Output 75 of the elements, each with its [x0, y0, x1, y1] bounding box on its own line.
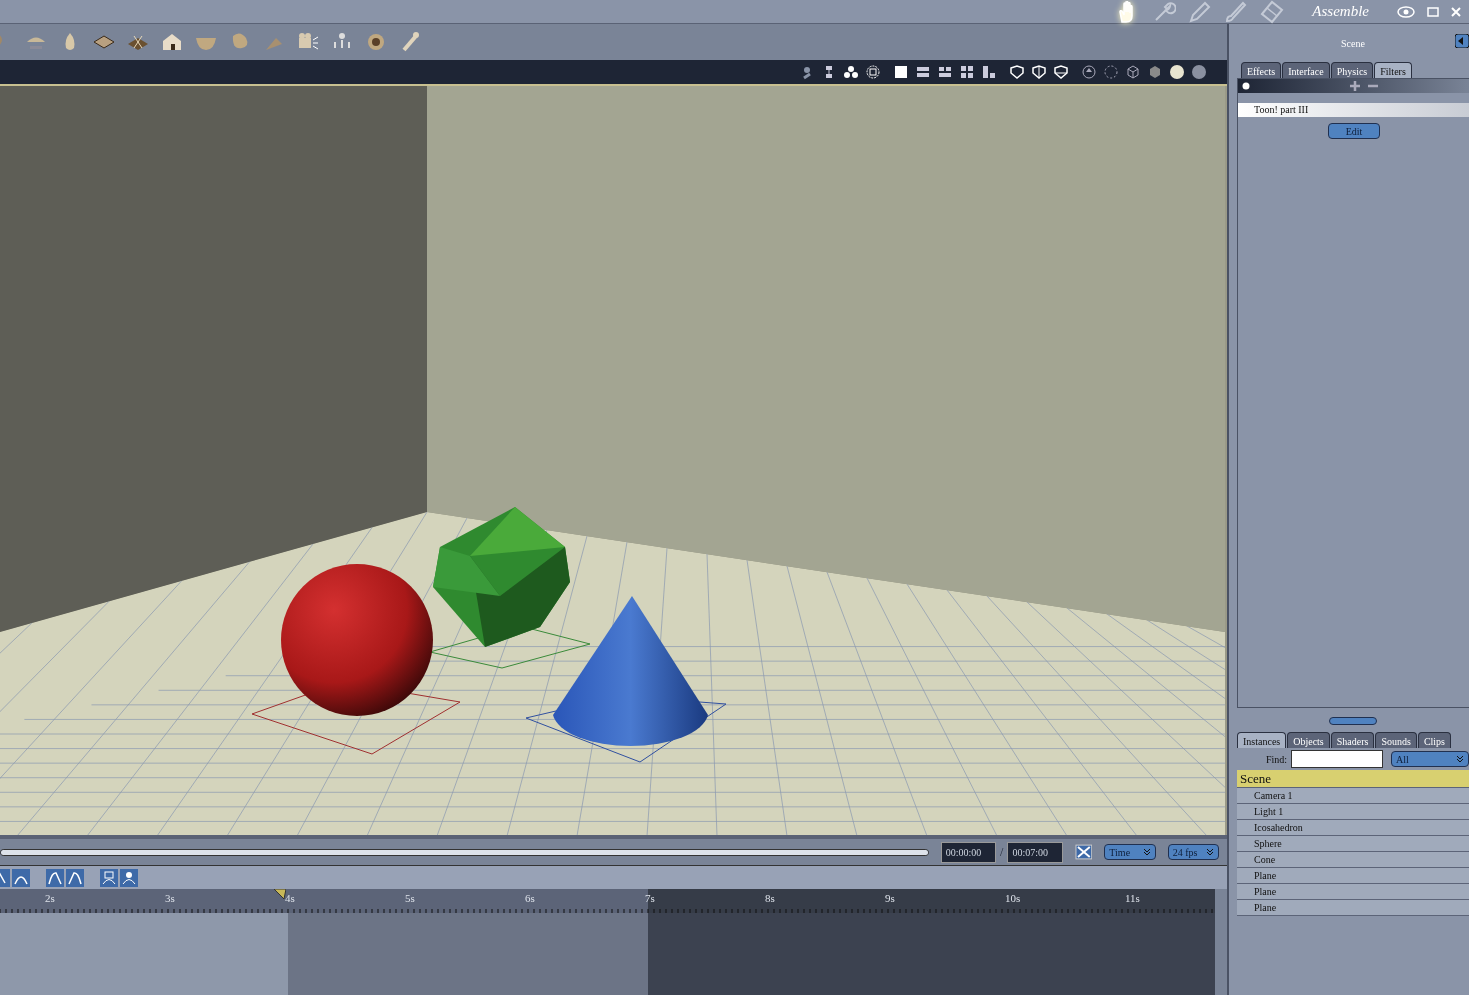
frame-rate-dropdown[interactable]: 24 fps: [1167, 844, 1219, 860]
tree-item[interactable]: Plane: [1237, 900, 1469, 916]
ruler-label: 6s: [525, 891, 535, 906]
ruler-label: 5s: [405, 891, 415, 906]
add-icon[interactable]: [1350, 81, 1360, 91]
tab[interactable]: Shaders: [1330, 732, 1375, 748]
ruler-label: 4s: [285, 891, 295, 906]
wireframe-cube-icon[interactable]: [1125, 64, 1141, 80]
tab[interactable]: Objects: [1287, 732, 1330, 748]
pencil-icon[interactable]: [1188, 0, 1213, 24]
frame-icon[interactable]: [865, 64, 881, 80]
arrow-button-icon[interactable]: [1455, 34, 1469, 48]
solid-cube-icon[interactable]: [1147, 64, 1163, 80]
shield-icon[interactable]: [1009, 64, 1025, 80]
panel-title: Scene: [1341, 36, 1365, 51]
ruler-label: 9s: [885, 891, 895, 906]
shield-icon[interactable]: [1053, 64, 1069, 80]
units-dropdown[interactable]: Time: [1104, 844, 1156, 860]
find-field[interactable]: [1291, 750, 1383, 768]
group-icon[interactable]: [843, 64, 859, 80]
three-views-icon[interactable]: [937, 64, 953, 80]
dashed-circle-icon[interactable]: [1103, 64, 1119, 80]
edit-button[interactable]: Edit: [1328, 123, 1380, 139]
tree-item[interactable]: Cone: [1237, 852, 1469, 868]
tree-item[interactable]: Sphere: [1237, 836, 1469, 852]
tab[interactable]: Clips: [1417, 732, 1451, 748]
close-icon[interactable]: [1451, 6, 1461, 17]
ruler-label: 11s: [1125, 891, 1140, 906]
filter-dropdown[interactable]: All: [1391, 751, 1469, 767]
textured-sphere-icon[interactable]: [1191, 64, 1207, 80]
tree-item[interactable]: Icosahedron: [1237, 820, 1469, 836]
filter-item[interactable]: Toon! part III: [1238, 103, 1469, 117]
tree-item[interactable]: Scene: [1237, 770, 1469, 788]
ease-in-icon[interactable]: [46, 868, 64, 887]
ruler-label: 8s: [765, 891, 775, 906]
time-slider[interactable]: [1, 849, 928, 855]
tab[interactable]: Sounds: [1375, 732, 1417, 748]
chevron-icon: [1142, 848, 1151, 856]
arc-icon[interactable]: [12, 868, 30, 887]
ease-out-icon[interactable]: [66, 868, 84, 887]
splitter-handle[interactable]: [1329, 717, 1377, 725]
maximize-icon[interactable]: [1427, 6, 1439, 17]
tab[interactable]: Filters: [1374, 62, 1412, 78]
ruler-label: 10s: [1005, 891, 1021, 906]
tree-item[interactable]: Camera 1: [1237, 788, 1469, 804]
shield-icon[interactable]: [1031, 64, 1047, 80]
keyframe-light-icon[interactable]: [120, 868, 138, 887]
single-view-icon[interactable]: [893, 64, 909, 80]
shaded-sphere-icon[interactable]: [1169, 64, 1185, 80]
chevron-icon: [1206, 848, 1214, 856]
tab[interactable]: Effects: [1241, 62, 1282, 78]
split-view-icon[interactable]: [981, 64, 997, 80]
two-views-icon[interactable]: [915, 64, 931, 80]
ruler-label: 2s: [45, 891, 55, 906]
ruler-label: 3s: [165, 891, 175, 906]
current-time-field[interactable]: 00:00:00: [940, 841, 997, 863]
ruler-label: 7s: [645, 891, 655, 906]
dot-icon: [1242, 82, 1250, 90]
tree-item[interactable]: Plane: [1237, 868, 1469, 884]
room-title: Assemble: [1310, 2, 1370, 22]
keyframe-camera-icon[interactable]: [100, 868, 118, 887]
eye-icon[interactable]: [1397, 5, 1415, 18]
end-time-field[interactable]: 00:07:00: [1007, 841, 1063, 863]
tree-item[interactable]: Plane: [1237, 884, 1469, 900]
arrow-circle-icon[interactable]: [1081, 64, 1097, 80]
find-label: Find:: [1265, 752, 1287, 767]
tree-item[interactable]: Light 1: [1237, 804, 1469, 820]
tab[interactable]: Physics: [1330, 62, 1374, 78]
brush-icon[interactable]: [1224, 0, 1249, 24]
tab[interactable]: Instances: [1237, 732, 1287, 748]
four-views-icon[interactable]: [959, 64, 975, 80]
loop-icon[interactable]: [1074, 844, 1093, 860]
tab[interactable]: Interface: [1282, 62, 1330, 78]
chevron-icon: [1456, 755, 1464, 763]
time-separator: /: [1000, 844, 1004, 861]
